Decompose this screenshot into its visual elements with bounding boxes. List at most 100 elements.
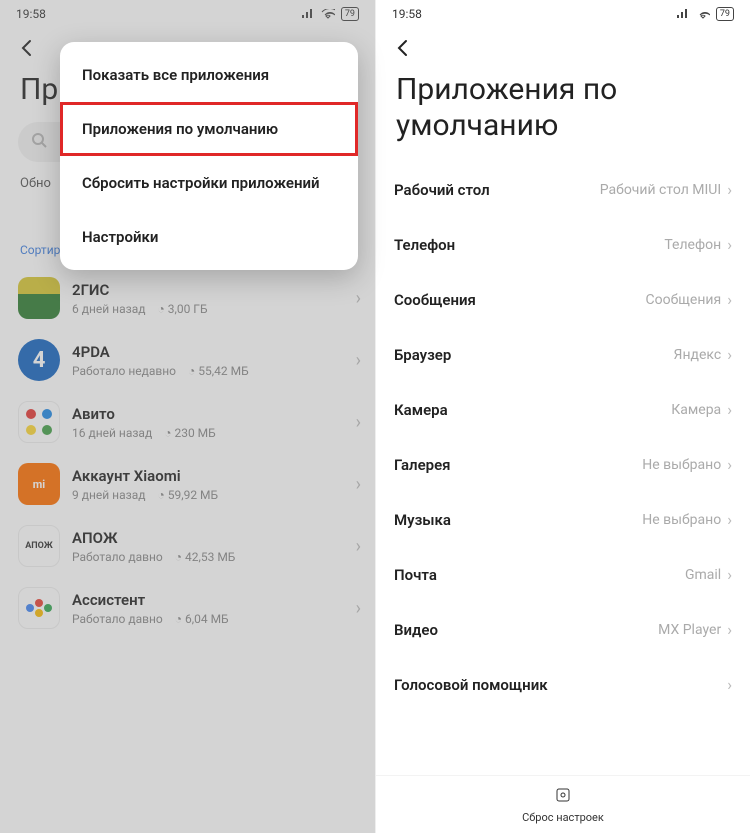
- apps-list: 2ГИС 6 дней назад ◔3,00 ГБ › 4 4PDA Рабо…: [0, 267, 375, 639]
- battery-icon: 79: [341, 7, 359, 21]
- chevron-right-icon: ›: [356, 536, 361, 557]
- wifi-icon: [321, 9, 335, 19]
- app-size: 55,42 МБ: [198, 364, 248, 378]
- app-row[interactable]: 4 4PDA Работало недавно ◔55,42 МБ ›: [0, 329, 375, 391]
- status-bar: 19:58 79: [376, 0, 750, 28]
- app-icon-assistant: [18, 587, 60, 629]
- reset-icon: [554, 786, 572, 808]
- battery-icon: 79: [716, 7, 734, 21]
- app-size: 230 МБ: [174, 426, 215, 440]
- chevron-right-icon: ›: [727, 455, 732, 474]
- wifi-icon: [696, 9, 710, 19]
- status-time: 19:58: [392, 7, 422, 21]
- signal-icon: [676, 9, 690, 19]
- app-name: 2ГИС: [72, 281, 356, 299]
- setting-label: Браузер: [394, 346, 451, 364]
- setting-homescreen[interactable]: Рабочий стол Рабочий стол MIUI ›: [376, 162, 750, 217]
- app-subtitle: Работало недавно: [72, 364, 176, 378]
- chevron-right-icon: ›: [727, 510, 732, 529]
- menu-default-apps[interactable]: Приложения по умолчанию: [60, 102, 358, 156]
- app-size: 6,04 МБ: [185, 612, 229, 626]
- setting-mail[interactable]: Почта Gmail ›: [376, 547, 750, 602]
- chevron-right-icon: ›: [356, 412, 361, 433]
- setting-browser[interactable]: Браузер Яндекс ›: [376, 327, 750, 382]
- app-row[interactable]: Ассистент Работало давно ◔6,04 МБ ›: [0, 577, 375, 639]
- setting-value: Телефон: [664, 237, 721, 253]
- app-name: Авито: [72, 405, 356, 423]
- chevron-right-icon: ›: [727, 345, 732, 364]
- chevron-right-icon: ›: [727, 290, 732, 309]
- setting-voice-assistant[interactable]: Голосовой помощник ›: [376, 657, 750, 712]
- setting-messages[interactable]: Сообщения Сообщения ›: [376, 272, 750, 327]
- setting-label: Голосовой помощник: [394, 676, 548, 694]
- setting-label: Сообщения: [394, 291, 476, 309]
- signal-icon: [301, 9, 315, 19]
- app-icon-xiaomi: mi: [18, 463, 60, 505]
- page-title: Приложения по умолчанию: [376, 64, 750, 162]
- setting-value: Рабочий стол MIUI: [600, 182, 721, 198]
- context-menu-popup: Показать все приложения Приложения по ум…: [60, 42, 358, 270]
- storage-icon: ◔: [157, 488, 164, 502]
- app-name: Аккаунт Xiaomi: [72, 467, 356, 485]
- storage-icon: ◔: [188, 364, 195, 378]
- app-row[interactable]: mi Аккаунт Xiaomi 9 дней назад ◔ 59,92 МБ…: [0, 453, 375, 515]
- storage-icon: ◔: [157, 302, 164, 316]
- reset-label: Сброс настроек: [522, 811, 604, 824]
- app-subtitle: Работало давно: [72, 612, 163, 626]
- chevron-right-icon: ›: [356, 350, 361, 371]
- setting-label: Камера: [394, 401, 448, 419]
- app-size: 59,92 МБ: [168, 488, 218, 502]
- setting-label: Видео: [394, 621, 438, 639]
- app-row[interactable]: Авито 16 дней назад ◔230 МБ ›: [0, 391, 375, 453]
- reset-settings-button[interactable]: Сброс настроек: [376, 775, 750, 833]
- setting-music[interactable]: Музыка Не выбрано ›: [376, 492, 750, 547]
- chevron-right-icon: ›: [727, 675, 732, 694]
- storage-icon: ◔: [175, 550, 182, 564]
- app-icon-avito: [18, 401, 60, 443]
- right-phone-screen: 19:58 79 Приложения по умолчанию Рабочий…: [375, 0, 750, 833]
- app-name: Ассистент: [72, 591, 356, 609]
- chevron-right-icon: ›: [727, 180, 732, 199]
- app-subtitle: 9 дней назад: [72, 488, 145, 502]
- back-button[interactable]: [16, 36, 40, 60]
- setting-value: Не выбрано: [642, 457, 721, 473]
- setting-label: Почта: [394, 566, 437, 584]
- chevron-right-icon: ›: [356, 288, 361, 309]
- setting-label: Галерея: [394, 456, 451, 474]
- back-button[interactable]: [392, 36, 416, 60]
- setting-video[interactable]: Видео MX Player›: [376, 602, 750, 657]
- menu-settings[interactable]: Настройки: [60, 210, 358, 264]
- app-size: 42,53 МБ: [185, 550, 235, 564]
- chevron-right-icon: ›: [727, 400, 732, 419]
- setting-gallery[interactable]: Галерея Не выбрано ›: [376, 437, 750, 492]
- setting-phone[interactable]: Телефон Телефон›: [376, 217, 750, 272]
- app-subtitle: 6 дней назад: [72, 302, 145, 316]
- app-row[interactable]: АПОЖ АПОЖ Работало давно ◔42,53 МБ ›: [0, 515, 375, 577]
- app-icon-2gis: [18, 277, 60, 319]
- setting-value: Gmail: [685, 567, 721, 583]
- search-icon: [30, 131, 48, 153]
- chevron-right-icon: ›: [727, 565, 732, 584]
- setting-camera[interactable]: Камера Камера›: [376, 382, 750, 437]
- left-phone-screen: 19:58 79 Пр Обно Сортировка по имени при…: [0, 0, 375, 833]
- menu-reset-app-settings[interactable]: Сбросить настройки приложений: [60, 156, 358, 210]
- app-name: 4PDA: [72, 343, 356, 361]
- setting-value: Не выбрано: [642, 512, 721, 528]
- default-apps-list: Рабочий стол Рабочий стол MIUI› Телефон …: [376, 162, 750, 712]
- chevron-right-icon: ›: [356, 474, 361, 495]
- setting-label: Музыка: [394, 511, 451, 529]
- app-row[interactable]: 2ГИС 6 дней назад ◔3,00 ГБ ›: [0, 267, 375, 329]
- chevron-right-icon: ›: [356, 598, 361, 619]
- setting-value: Сообщения: [646, 292, 722, 308]
- chevron-right-icon: ›: [727, 235, 732, 254]
- app-icon-apozh: АПОЖ: [18, 525, 60, 567]
- app-icon-4pda: 4: [18, 339, 60, 381]
- setting-label: Рабочий стол: [394, 181, 490, 199]
- app-subtitle: 16 дней назад: [72, 426, 152, 440]
- chevron-right-icon: ›: [727, 620, 732, 639]
- app-subtitle: Работало давно: [72, 550, 163, 564]
- app-name: АПОЖ: [72, 529, 356, 547]
- menu-show-all-apps[interactable]: Показать все приложения: [60, 48, 358, 102]
- status-bar: 19:58 79: [0, 0, 375, 28]
- setting-value: Яндекс: [674, 347, 722, 363]
